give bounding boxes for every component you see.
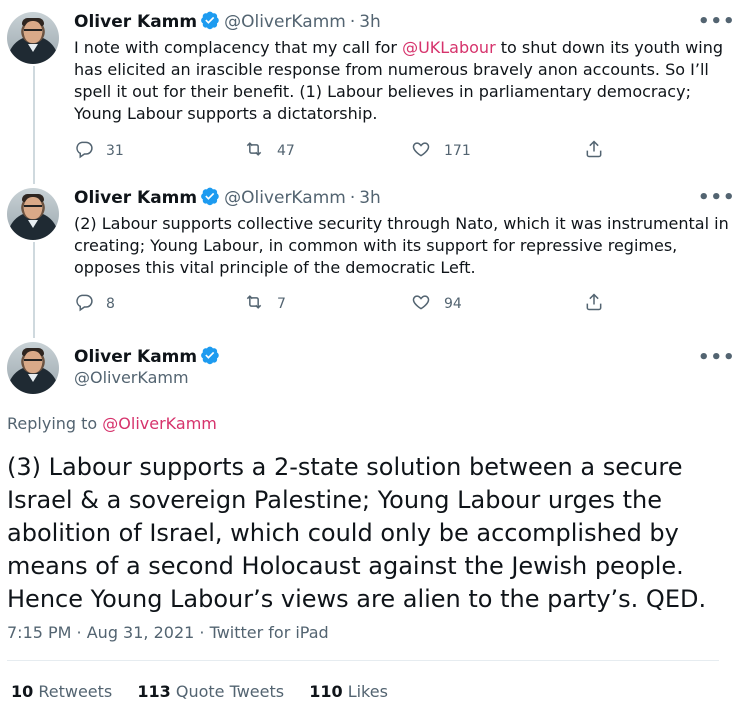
retweet-count: 47 <box>277 143 295 159</box>
tweet-time[interactable]: 3h <box>359 12 381 32</box>
like-button[interactable]: 94 <box>410 292 462 316</box>
tweet-timestamp[interactable]: 7:15 PM · Aug 31, 2021 · Twitter for iPa… <box>7 623 329 642</box>
tweet-text: (2) Labour supports collective security … <box>74 214 729 277</box>
tweet-time[interactable]: 3h <box>359 188 381 208</box>
more-icon[interactable]: ••• <box>698 187 736 208</box>
replying-to-link[interactable]: @OliverKamm <box>102 414 217 433</box>
verified-badge-icon <box>200 10 220 35</box>
author-name[interactable]: Oliver Kamm <box>74 347 197 367</box>
tweet-actions: 31 47 171 <box>74 139 634 163</box>
author-name[interactable]: Oliver Kamm <box>74 12 197 32</box>
retweet-count: 7 <box>277 296 286 312</box>
avatar[interactable] <box>7 188 59 240</box>
divider <box>7 660 719 661</box>
share-icon <box>584 292 616 316</box>
avatar[interactable] <box>7 12 59 64</box>
like-button[interactable]: 171 <box>410 139 471 163</box>
verified-badge-icon <box>200 345 220 370</box>
verified-badge-icon <box>200 186 220 211</box>
separator-dot: · <box>349 12 356 32</box>
retweets-count: 10 <box>11 682 34 701</box>
tweet-text: I note with complacency that my call for… <box>74 37 734 125</box>
reply-button[interactable]: 8 <box>74 292 115 316</box>
tweet-actions: 8 7 94 <box>74 292 634 316</box>
more-icon[interactable]: ••• <box>698 11 736 32</box>
tweet-header: Oliver Kamm @OliverKamm · 3h <box>74 186 381 211</box>
author-handle[interactable]: @OliverKamm <box>224 12 346 32</box>
like-icon <box>410 139 444 163</box>
replying-to: Replying to @OliverKamm <box>7 414 217 433</box>
main-author-name-row: Oliver Kamm <box>74 345 224 370</box>
more-icon[interactable]: ••• <box>698 347 736 368</box>
like-count: 171 <box>444 143 471 159</box>
quote-count: 113 <box>137 682 171 701</box>
retweet-button[interactable]: 47 <box>243 139 295 163</box>
tweet-stats: 10 Retweets 113 Quote Tweets 110 Likes <box>11 682 408 701</box>
reply-count: 31 <box>106 143 124 159</box>
author-name[interactable]: Oliver Kamm <box>74 188 197 208</box>
author-handle[interactable]: @OliverKamm <box>224 188 346 208</box>
share-button[interactable] <box>584 139 616 163</box>
reply-icon <box>74 292 106 316</box>
likes-stat[interactable]: 110 Likes <box>309 682 388 701</box>
like-count: 94 <box>444 296 462 312</box>
retweets-label: Retweets <box>38 682 113 701</box>
avatar[interactable] <box>7 342 59 394</box>
retweet-button[interactable]: 7 <box>243 292 286 316</box>
reply-count: 8 <box>106 296 115 312</box>
tweet-text-part: I note with complacency that my call for <box>74 38 403 57</box>
author-handle[interactable]: @OliverKamm <box>74 368 189 387</box>
reply-icon <box>74 139 106 163</box>
thread-line <box>33 242 35 338</box>
mention-link[interactable]: @UKLabour <box>402 38 496 57</box>
likes-label: Likes <box>347 682 388 701</box>
retweet-icon <box>243 139 277 163</box>
retweet-icon <box>243 292 277 316</box>
main-tweet-text: (3) Labour supports a 2-state solution b… <box>7 453 707 613</box>
replying-label: Replying to <box>7 414 103 433</box>
like-icon <box>410 292 444 316</box>
share-icon <box>584 139 616 163</box>
quote-label: Quote Tweets <box>175 682 285 701</box>
thread-line <box>33 66 35 184</box>
reply-button[interactable]: 31 <box>74 139 124 163</box>
tweet-header: Oliver Kamm @OliverKamm · 3h <box>74 10 381 35</box>
retweets-stat[interactable]: 10 Retweets <box>11 682 112 701</box>
likes-count: 110 <box>309 682 343 701</box>
quote-tweets-stat[interactable]: 113 Quote Tweets <box>137 682 284 701</box>
separator-dot: · <box>349 188 356 208</box>
share-button[interactable] <box>584 292 616 316</box>
